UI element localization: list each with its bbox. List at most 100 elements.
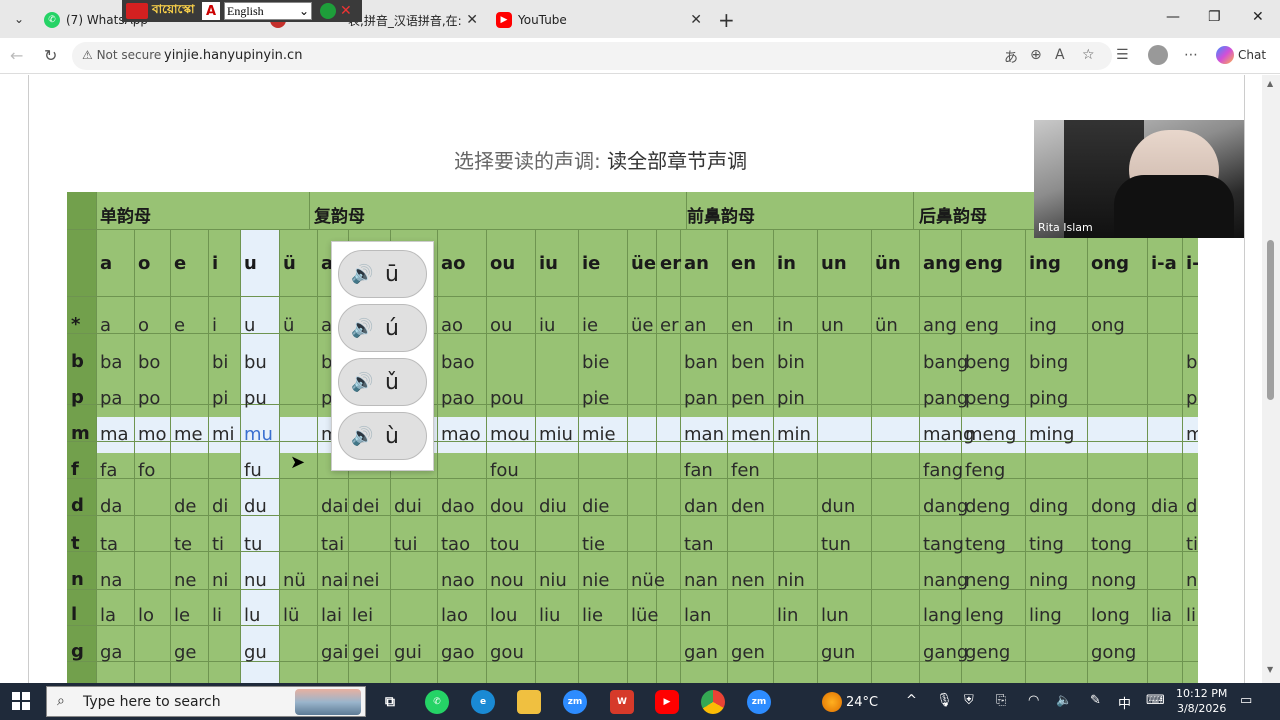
syllable-cell[interactable]: te <box>174 534 192 555</box>
syllable-cell[interactable]: ie <box>582 315 598 336</box>
syllable-cell[interactable]: u <box>244 315 255 336</box>
final-header[interactable]: o <box>138 253 150 274</box>
syllable-cell[interactable]: pan <box>684 388 718 409</box>
wps-icon[interactable]: W <box>610 690 634 714</box>
whatsapp-icon[interactable]: ✆ <box>425 690 449 714</box>
syllable-cell[interactable]: feng <box>965 460 1005 481</box>
syllable-cell[interactable]: a <box>100 315 111 336</box>
syllable-cell[interactable]: liu <box>539 605 560 626</box>
new-tab-button[interactable]: + <box>718 8 735 32</box>
syllable-cell[interactable]: p <box>1186 388 1197 409</box>
syllable-cell[interactable]: deng <box>965 496 1010 517</box>
syllable-cell[interactable]: nan <box>684 570 718 591</box>
syllable-cell[interactable]: lang <box>923 605 962 626</box>
syllable-cell[interactable]: tai <box>321 534 344 555</box>
syllable-cell[interactable]: gang <box>923 642 968 663</box>
syllable-cell[interactable]: in <box>777 315 793 336</box>
syllable-cell[interactable]: men <box>731 424 771 445</box>
tab-list-button[interactable]: ⌄ <box>6 7 32 31</box>
final-header[interactable]: ie <box>582 253 600 274</box>
syllable-cell[interactable]: dia <box>1151 496 1178 517</box>
syllable-cell[interactable]: gao <box>441 642 474 663</box>
syllable-cell[interactable]: pen <box>731 388 765 409</box>
tone-1-button[interactable]: 🔊 ū <box>338 250 427 298</box>
syllable-cell[interactable]: ing <box>1029 315 1057 336</box>
more-menu-icon[interactable]: ⋯ <box>1184 47 1198 63</box>
syllable-cell[interactable]: lie <box>582 605 603 626</box>
syllable-cell[interactable]: dei <box>352 496 380 517</box>
close-icon[interactable]: ✕ <box>690 12 702 28</box>
syllable-cell[interactable]: miu <box>539 424 573 445</box>
syllable-cell[interactable]: dong <box>1091 496 1136 517</box>
task-view-icon[interactable]: ⧉ <box>378 690 402 714</box>
syllable-cell[interactable]: lan <box>684 605 711 626</box>
syllable-cell[interactable]: leng <box>965 605 1004 626</box>
not-secure-label[interactable]: ⚠ Not secure <box>82 48 161 62</box>
url-text[interactable]: yinjie.hanyupinyin.cn <box>164 48 302 63</box>
syllable-cell[interactable]: teng <box>965 534 1006 555</box>
syllable-cell[interactable]: nong <box>1091 570 1136 591</box>
file-explorer-icon[interactable] <box>517 690 541 714</box>
syllable-cell[interactable]: ao <box>441 315 463 336</box>
refresh-button[interactable]: ↻ <box>44 46 57 65</box>
syllable-cell[interactable]: diu <box>539 496 567 517</box>
syllable-cell[interactable]: ün <box>875 315 898 336</box>
syllable-cell[interactable]: dang <box>923 496 968 517</box>
initial-label[interactable]: p <box>71 387 84 408</box>
syllable-cell[interactable]: nin <box>777 570 805 591</box>
initial-label[interactable]: n <box>71 569 84 590</box>
syllable-cell[interactable]: ong <box>1091 315 1125 336</box>
syllable-cell[interactable]: po <box>138 388 160 409</box>
syllable-cell[interactable]: mo <box>138 424 167 445</box>
profile-avatar[interactable] <box>1148 45 1168 65</box>
syllable-cell[interactable]: nang <box>923 570 968 591</box>
syllable-cell[interactable]: geng <box>965 642 1010 663</box>
syllable-cell[interactable]: fen <box>731 460 760 481</box>
syllable-cell[interactable]: gou <box>490 642 524 663</box>
syllable-cell[interactable]: tie <box>582 534 605 555</box>
syllable-cell[interactable]: ti <box>1186 534 1198 555</box>
initial-label[interactable]: t <box>71 533 80 554</box>
syllable-cell[interactable]: en <box>731 315 753 336</box>
syllable-cell[interactable]: bao <box>441 352 474 373</box>
chat-button[interactable]: Chat <box>1216 46 1266 64</box>
final-header[interactable]: ing <box>1029 253 1061 274</box>
syllable-cell[interactable]: fang <box>923 460 963 481</box>
close-icon[interactable]: ✕ <box>340 3 356 19</box>
syllable-cell[interactable]: un <box>821 315 844 336</box>
syllable-cell[interactable]: pu <box>244 388 267 409</box>
syllable-cell[interactable]: ga <box>100 642 122 663</box>
tone-3-button[interactable]: 🔊 ǔ <box>338 358 427 406</box>
syllable-cell[interactable]: fa <box>100 460 117 481</box>
microphone-icon[interactable]: 🎙 <box>936 693 953 708</box>
address-bar[interactable]: ⚠ Not secure yinjie.hanyupinyin.cn <box>72 42 1112 70</box>
scroll-up-icon[interactable]: ▲ <box>1267 79 1273 88</box>
final-header[interactable]: üe <box>631 253 656 274</box>
syllable-cell[interactable]: ben <box>731 352 765 373</box>
syllable-cell[interactable]: nou <box>490 570 524 591</box>
syllable-cell[interactable]: lei <box>352 605 373 626</box>
syllable-cell[interactable]: gong <box>1091 642 1136 663</box>
syllable-cell[interactable]: pang <box>923 388 968 409</box>
syllable-cell[interactable]: b <box>1186 352 1197 373</box>
syllable-cell[interactable]: nei <box>352 570 379 591</box>
syllable-cell[interactable]: beng <box>965 352 1010 373</box>
syllable-cell[interactable]: ang <box>923 315 957 336</box>
syllable-cell[interactable]: üe <box>631 315 653 336</box>
wifi-icon[interactable]: ◠ <box>1028 693 1039 708</box>
syllable-cell[interactable]: du <box>244 496 267 517</box>
syllable-cell[interactable]: ning <box>1029 570 1068 591</box>
syllable-cell[interactable]: tan <box>684 534 714 555</box>
syllable-cell[interactable]: bu <box>244 352 267 373</box>
final-header[interactable]: ü <box>283 253 296 274</box>
syllable-cell[interactable]: dou <box>490 496 524 517</box>
syllable-cell[interactable]: di <box>212 496 228 517</box>
initial-label[interactable]: l <box>71 604 77 625</box>
final-header[interactable]: ou <box>490 253 515 274</box>
syllable-cell[interactable]: pou <box>490 388 524 409</box>
syllable-cell[interactable]: bi <box>212 352 228 373</box>
syllable-cell[interactable]: de <box>174 496 197 517</box>
final-header[interactable]: un <box>821 253 847 274</box>
syllable-cell[interactable]: gen <box>731 642 765 663</box>
syllable-cell[interactable]: bie <box>582 352 610 373</box>
